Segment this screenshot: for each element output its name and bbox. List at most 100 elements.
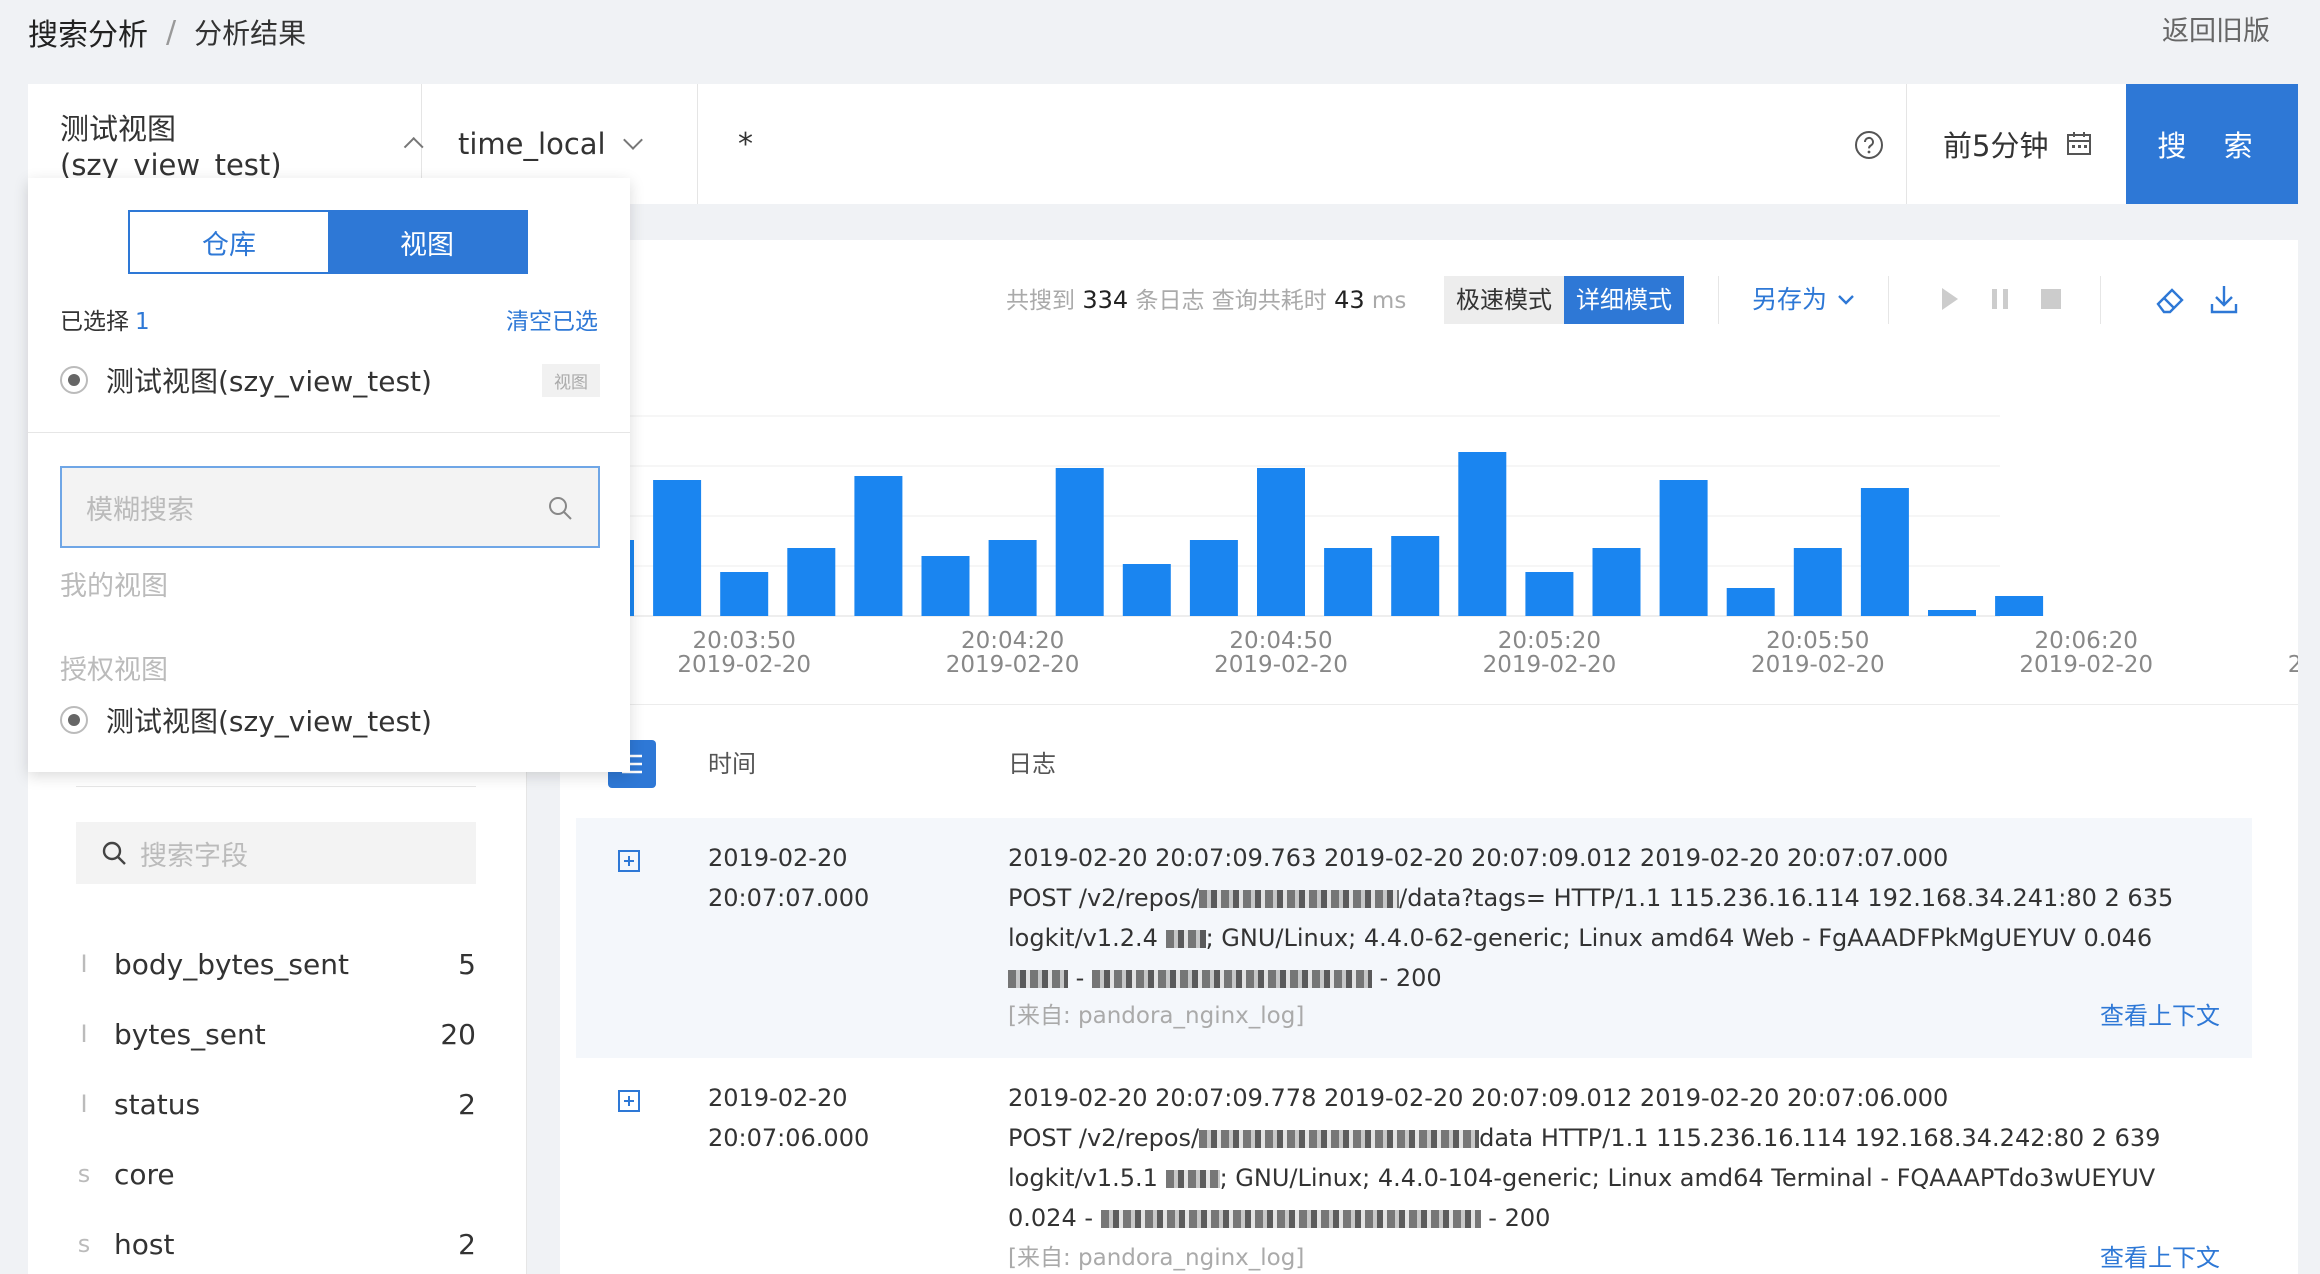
clear-selection-link[interactable]: 清空已选 [506, 302, 598, 336]
download-icon[interactable] [2210, 284, 2238, 314]
chart-bar[interactable] [1860, 488, 1909, 616]
expand-icon[interactable] [618, 850, 640, 872]
field-item[interactable]: I status 2 [76, 1082, 476, 1126]
log-text: 200 [1504, 1204, 1551, 1232]
table-row: 2019-02-20 20:07:06.000 2019-02-20 20:07… [576, 1058, 2252, 1274]
chart-tick-label: 2019-02-20 [1214, 652, 1348, 678]
back-to-old-version-link[interactable]: 返回旧版 [2162, 10, 2270, 54]
chart-bar[interactable] [1659, 480, 1708, 616]
search-icon [549, 497, 572, 520]
chart-bar[interactable] [1995, 596, 2044, 616]
log-text: ; GNU/Linux; 4.4.0-104-generic; Linux am… [1219, 1164, 2156, 1192]
field-name: body_bytes_sent [114, 947, 349, 981]
time-range-value: 前5分钟 [1943, 129, 2049, 163]
view-select-value: 测试视图(szy_view_test) [60, 112, 282, 182]
result-stats: 共搜到 334 条日志 查询共耗时 43 ms [1006, 280, 1406, 320]
fast-mode-button[interactable]: 极速模式 [1444, 276, 1564, 324]
column-header-log: 日志 [1008, 750, 1056, 778]
chart-tick-label: 2019-02-20 [946, 652, 1080, 678]
chart-bar[interactable] [1928, 610, 1976, 616]
row-date: 2019-02-20 [708, 1084, 848, 1112]
chart-bar[interactable] [1592, 548, 1641, 616]
eraser-icon[interactable] [2154, 284, 2186, 316]
play-icon[interactable] [1940, 286, 1960, 312]
chart-bar[interactable] [1391, 536, 1440, 616]
stats-mid: 条日志 查询共耗时 [1135, 288, 1327, 314]
field-type-icon: I [80, 1020, 88, 1048]
row-log: 2019-02-20 20:07:09.763 2019-02-20 20:07… [1008, 838, 2218, 998]
field-count: 5 [458, 947, 476, 981]
expand-icon[interactable] [618, 1090, 640, 1112]
save-as-dropdown[interactable]: 另存为 [1752, 280, 1855, 320]
search-icon [102, 841, 126, 865]
field-list-divider [76, 786, 476, 787]
detail-mode-button[interactable]: 详细模式 [1564, 276, 1684, 324]
source-tabs: 仓库 视图 [128, 210, 528, 274]
field-count: 20 [440, 1017, 476, 1051]
chart-tick-label: 2019-02-20 [1483, 652, 1617, 678]
chart-bar[interactable] [653, 480, 702, 616]
chart-tick-label: 20:06:20 [2035, 628, 2138, 654]
fuzzy-search-input[interactable]: 模糊搜索 [60, 466, 600, 548]
time-range-select[interactable]: 前5分钟 [1906, 84, 2126, 204]
redacted-text [1199, 1130, 1480, 1148]
stop-icon[interactable] [2040, 288, 2062, 310]
view-context-link[interactable]: 查看上下文 [2100, 996, 2220, 1031]
log-text: logkit/v1.5.1 [1008, 1164, 1158, 1192]
chart-bar[interactable] [1257, 468, 1305, 616]
query-input[interactable]: * [698, 84, 1906, 204]
chart-bar[interactable] [1525, 572, 1574, 616]
chart-bar[interactable] [1324, 548, 1373, 616]
query-duration: 43 [1334, 286, 1365, 314]
histogram-chart: 20:03:202019-02-2020:03:502019-02-2020:0… [580, 415, 2298, 678]
selected-label: 已选择 1 [60, 302, 150, 336]
chart-bar[interactable] [1122, 564, 1171, 616]
chart-bar[interactable] [787, 548, 836, 616]
time-field-value: time_local [458, 127, 606, 161]
breadcrumb-root[interactable]: 搜索分析 [28, 10, 148, 54]
field-search-input[interactable]: 搜索字段 [76, 822, 476, 884]
chart-tick-label: 2019-02-20 [2019, 652, 2153, 678]
log-text: 200 [1395, 964, 1442, 992]
tab-warehouse[interactable]: 仓库 [130, 212, 328, 272]
field-name: host [114, 1227, 175, 1261]
duration-unit: ms [1371, 288, 1407, 314]
search-button[interactable]: 搜 索 [2126, 84, 2298, 204]
chart-bar[interactable] [854, 476, 903, 616]
field-type-icon: s [77, 1160, 91, 1188]
chart-bar[interactable] [1793, 548, 1842, 616]
field-count: 2 [458, 1227, 476, 1261]
chart-bar[interactable] [988, 540, 1037, 616]
tab-view[interactable]: 视图 [328, 212, 526, 272]
log-line: 0.024 - - 200 [1008, 1204, 1551, 1232]
column-header-time[interactable]: 时间 [708, 744, 756, 779]
chart-bar[interactable] [1458, 452, 1507, 616]
chart-bar[interactable] [720, 572, 769, 616]
table-row: 2019-02-20 20:07:07.000 2019-02-20 20:07… [576, 818, 2252, 1058]
chart-bar[interactable] [1055, 468, 1104, 616]
authorized-view-item[interactable]: 测试视图(szy_view_test) [60, 700, 600, 740]
log-source: [来自: pandora_nginx_log] [1008, 1003, 1305, 1029]
chart-bar[interactable] [1726, 588, 1775, 616]
log-text: logkit/v1.2.4 [1008, 924, 1158, 952]
field-item[interactable]: I body_bytes_sent 5 [76, 942, 476, 986]
breadcrumb: 搜索分析 / 分析结果 [28, 10, 306, 54]
radio-icon [60, 706, 88, 734]
help-icon[interactable] [1854, 130, 1884, 160]
stats-prefix: 共搜到 [1006, 288, 1075, 314]
field-item[interactable]: s core [76, 1152, 476, 1196]
selected-view-item[interactable]: 测试视图(szy_view_test) 视图 [60, 360, 600, 400]
log-line: 2019-02-20 20:07:09.763 2019-02-20 20:07… [1008, 844, 1949, 872]
pause-icon[interactable] [1990, 288, 2010, 310]
log-line: POST /v2/repos/data HTTP/1.1 115.236.16.… [1008, 1118, 2218, 1158]
chart-bar[interactable] [921, 556, 970, 616]
redacted-text [1165, 930, 1206, 948]
log-text: ; GNU/Linux; 4.4.0-62-generic; Linux amd… [1205, 924, 2153, 952]
breadcrumb-separator: / [166, 14, 177, 50]
field-item[interactable]: s host 2 [76, 1222, 476, 1266]
field-item[interactable]: I bytes_sent 20 [76, 1012, 476, 1056]
chart-bar[interactable] [1189, 540, 1238, 616]
view-context-link[interactable]: 查看上下文 [2100, 1238, 2220, 1273]
chart-tick-label: 20:03:50 [693, 628, 796, 654]
group-my-views: 我的视图 [60, 571, 168, 602]
